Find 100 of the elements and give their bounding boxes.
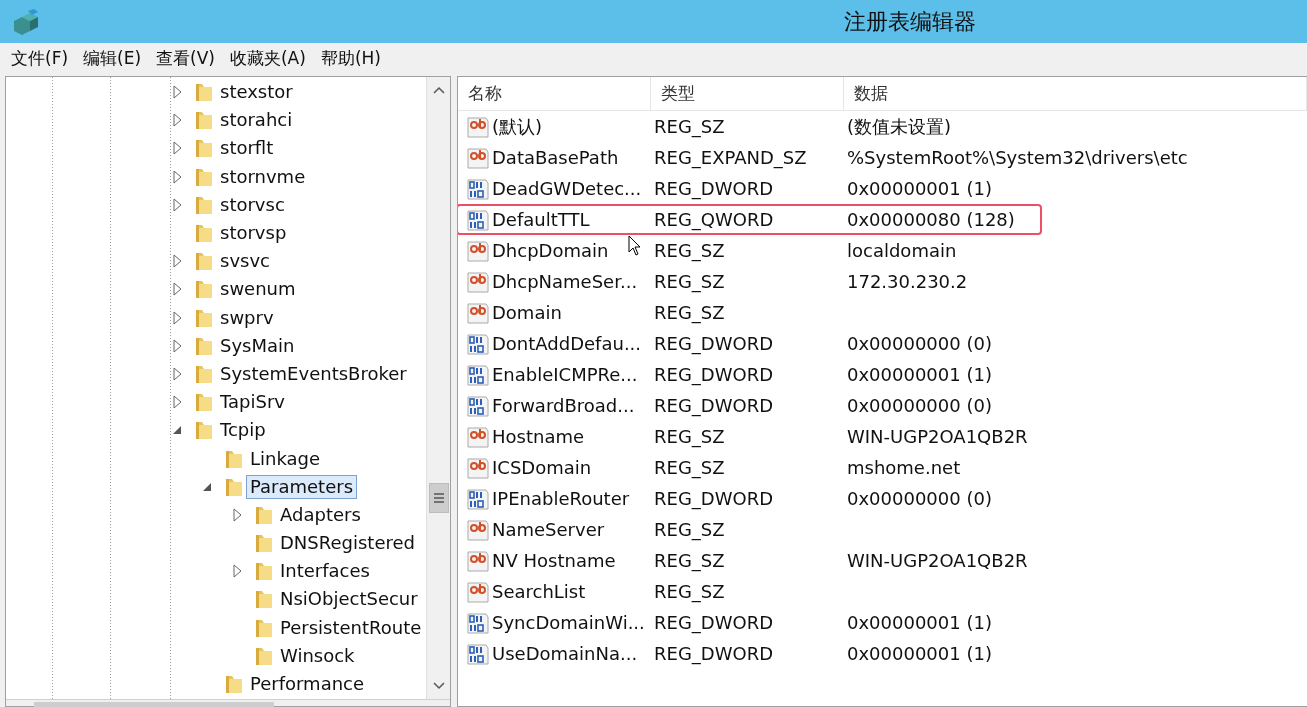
tree-item[interactable]: PersistentRoute — [276, 615, 426, 640]
value-data: 0x00000001 (1) — [847, 178, 992, 199]
value-data: localdomain — [847, 240, 957, 261]
table-row[interactable]: DataBasePath REG_EXPAND_SZ %SystemRoot%\System32\drivers\etc — [458, 142, 1307, 173]
tree-item[interactable]: storvsc — [216, 192, 289, 217]
tree-item[interactable]: Parameters — [246, 474, 358, 499]
string-value-icon — [466, 579, 490, 604]
table-row[interactable]: UseDomainNa... REG_DWORD 0x00000001 (1) — [458, 638, 1307, 669]
collapsed-arrow-icon[interactable] — [172, 254, 182, 269]
collapsed-arrow-icon[interactable] — [172, 85, 182, 100]
tree-item[interactable]: swenum — [216, 277, 300, 302]
collapsed-arrow-icon[interactable] — [172, 395, 182, 410]
table-row[interactable]: DontAddDefau... REG_DWORD 0x00000000 (0) — [458, 328, 1307, 359]
menu-item[interactable]: 文件(F) — [4, 47, 77, 70]
string-value-icon — [466, 238, 490, 263]
binary-value-icon — [466, 176, 490, 201]
value-type: REG_SZ — [654, 457, 725, 478]
tree-item[interactable]: Winsock — [276, 643, 359, 668]
expanded-arrow-icon[interactable] — [172, 425, 182, 436]
table-row[interactable]: Hostname REG_SZ WIN-UGP2OA1QB2R — [458, 421, 1307, 452]
collapsed-arrow-icon[interactable] — [172, 338, 182, 353]
scroll-thumb[interactable] — [428, 483, 449, 513]
collapsed-arrow-icon[interactable] — [172, 141, 182, 156]
value-type: REG_DWORD — [654, 612, 774, 633]
tree-item[interactable]: swprv — [216, 305, 278, 330]
tree-item[interactable]: DNSRegistered — [276, 531, 419, 556]
collapsed-arrow-icon[interactable] — [232, 564, 242, 579]
collapsed-arrow-icon[interactable] — [172, 310, 182, 325]
tree-item[interactable]: Adapters — [276, 502, 365, 527]
binary-value-icon — [466, 393, 490, 418]
tree-item[interactable]: NsiObjectSecur — [276, 587, 422, 612]
vertical-scrollbar[interactable] — [426, 77, 450, 699]
value-type: REG_DWORD — [654, 178, 774, 199]
binary-value-icon — [466, 362, 490, 387]
value-type: REG_SZ — [654, 426, 725, 447]
table-row[interactable]: (默认) REG_SZ (数值未设置) — [458, 111, 1307, 142]
scroll-up-icon[interactable] — [432, 86, 445, 94]
collapsed-arrow-icon[interactable] — [172, 113, 182, 128]
collapsed-arrow-icon[interactable] — [232, 507, 242, 522]
table-row[interactable]: Domain REG_SZ — [458, 297, 1307, 328]
tree-item[interactable]: Linkage — [246, 446, 325, 471]
value-name: Domain — [492, 302, 562, 323]
value-name: SearchList — [492, 581, 586, 602]
value-name: NameServer — [492, 519, 605, 540]
folder-icon — [194, 391, 214, 414]
tree-item[interactable]: storflt — [216, 136, 278, 161]
folder-icon — [224, 673, 244, 696]
tree-item[interactable]: TapiSrv — [216, 390, 289, 415]
table-row[interactable]: DeadGWDetec... REG_DWORD 0x00000001 (1) — [458, 173, 1307, 204]
folder-icon — [194, 137, 214, 160]
string-value-icon — [466, 424, 490, 449]
string-value-icon — [466, 455, 490, 480]
expanded-arrow-icon[interactable] — [202, 481, 212, 492]
scroll-down-icon[interactable] — [432, 682, 445, 690]
menu-item[interactable]: 查看(V) — [149, 47, 223, 70]
table-row[interactable]: NV Hostname REG_SZ WIN-UGP2OA1QB2R — [458, 545, 1307, 576]
collapsed-arrow-icon[interactable] — [172, 282, 182, 297]
table-row[interactable]: NameServer REG_SZ — [458, 514, 1307, 545]
column-header[interactable]: 数据 — [844, 77, 1307, 110]
folder-icon — [254, 532, 274, 555]
table-row[interactable]: ICSDomain REG_SZ mshome.net — [458, 452, 1307, 483]
tree-item[interactable]: Performance — [246, 672, 369, 697]
tree-item[interactable]: Interfaces — [276, 559, 374, 584]
folder-icon — [194, 419, 214, 442]
value-type: REG_SZ — [654, 240, 725, 261]
tree-item[interactable]: Tcpip — [216, 418, 270, 443]
binary-value-icon — [466, 207, 490, 232]
value-type: REG_SZ — [654, 116, 725, 137]
column-header[interactable]: 类型 — [651, 77, 844, 110]
horizontal-scrollbar[interactable] — [6, 699, 450, 706]
folder-icon — [194, 250, 214, 273]
tree-item[interactable]: stexstor — [216, 80, 297, 105]
tree-item[interactable]: SystemEventsBroker — [216, 361, 411, 386]
table-row[interactable]: DhcpNameSer... REG_SZ 172.30.230.2 — [458, 266, 1307, 297]
value-name: DhcpDomain — [492, 240, 609, 261]
tree-item[interactable]: svsvc — [216, 249, 274, 274]
tree-item[interactable]: SysMain — [216, 333, 299, 358]
table-row[interactable]: SyncDomainWi... REG_DWORD 0x00000001 (1) — [458, 607, 1307, 638]
value-name: DontAddDefau... — [492, 333, 642, 354]
collapsed-arrow-icon[interactable] — [172, 197, 182, 212]
table-row[interactable]: EnableICMPRe... REG_DWORD 0x00000001 (1) — [458, 359, 1307, 390]
tree-item[interactable]: storvsp — [216, 221, 291, 246]
value-type: REG_DWORD — [654, 643, 774, 664]
table-row[interactable]: SearchList REG_SZ — [458, 576, 1307, 607]
table-row[interactable]: ForwardBroad... REG_DWORD 0x00000000 (0) — [458, 390, 1307, 421]
table-row[interactable]: IPEnableRouter REG_DWORD 0x00000000 (0) — [458, 483, 1307, 514]
column-header[interactable]: 名称 — [458, 77, 651, 110]
collapsed-arrow-icon[interactable] — [172, 366, 182, 381]
menu-item[interactable]: 帮助(H) — [313, 47, 389, 70]
folder-icon — [194, 278, 214, 301]
tree-item[interactable]: stornvme — [216, 164, 310, 189]
menu-item[interactable]: 编辑(E) — [76, 47, 150, 70]
highlighted-row[interactable]: DefaultTTL REG_QWORD 0x00000080 (128) — [458, 204, 1042, 235]
collapsed-arrow-icon[interactable] — [172, 169, 182, 184]
menu-item[interactable]: 收藏夹(A) — [222, 47, 314, 70]
tree-item[interactable]: storahci — [216, 108, 297, 133]
value-data: 172.30.230.2 — [847, 271, 968, 292]
string-value-icon — [466, 300, 490, 325]
table-row[interactable]: DhcpDomain REG_SZ localdomain — [458, 235, 1307, 266]
window-title: 注册表编辑器 — [844, 7, 976, 36]
